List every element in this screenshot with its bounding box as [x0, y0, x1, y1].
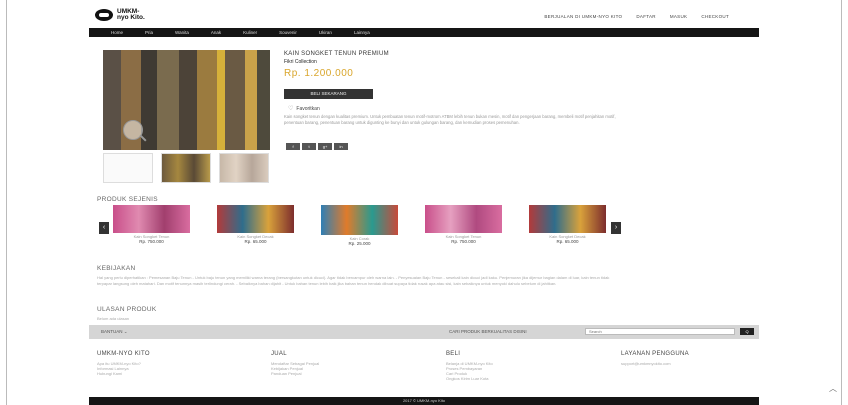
- footer-col-buy: BELI Belanja di UMKM-nyo Kito Proses Pem…: [446, 351, 493, 381]
- brand-name: UMKM-nyo Kito.: [117, 8, 145, 21]
- chevron-down-icon: ⌄: [123, 329, 128, 334]
- search-input[interactable]: [585, 328, 735, 335]
- footer-col-about: UMKM-NYO KITO Apa itu UMKM-nyo Kito? Inf…: [97, 351, 150, 376]
- browser-frame: UMKM-nyo Kito. BERJUALAN DI UMKM-NYO KIT…: [6, 0, 842, 405]
- product-description: Kain songket tenun dengan kualitas premi…: [284, 114, 616, 125]
- nav-item-anak[interactable]: Anak: [211, 30, 221, 35]
- thumbnail-1[interactable]: [103, 153, 153, 183]
- back-to-top-icon[interactable]: ︿: [829, 383, 837, 394]
- reviews-empty: Belum ada ulasan: [97, 316, 130, 321]
- linkedin-icon[interactable]: in: [334, 143, 348, 150]
- thumbnail-3[interactable]: [219, 153, 269, 183]
- facebook-icon[interactable]: f: [286, 143, 300, 150]
- policy-text: Hal yang perlu diperhatikan : Pemesanan …: [97, 275, 610, 286]
- search-icon[interactable]: Q: [740, 328, 754, 335]
- thumbnail-strip: [103, 153, 269, 183]
- google-plus-icon[interactable]: g+: [318, 143, 332, 150]
- twitter-icon[interactable]: t: [302, 143, 316, 150]
- nav-item-kuliner[interactable]: Kuliner: [243, 30, 257, 35]
- product-price: Rp. 1.200.000: [284, 68, 354, 79]
- help-search-bar: BANTUAN ⌄ CARI PRODUK BERKUALITAS DISINI…: [89, 325, 759, 339]
- reviews-title: ULASAN PRODUK: [97, 306, 157, 313]
- link-sell[interactable]: BERJUALAN DI UMKM-NYO KITO: [544, 14, 622, 19]
- shop-name[interactable]: Fikri Collection: [284, 59, 317, 65]
- brand-logo[interactable]: UMKM-nyo Kito.: [95, 8, 147, 21]
- product-main-image[interactable]: [103, 50, 270, 150]
- nav-item-home[interactable]: Home: [111, 30, 123, 35]
- carousel-next-icon[interactable]: ›: [611, 222, 621, 234]
- product-card[interactable]: Kain Songket Decak Rp. 65.000: [529, 205, 606, 244]
- link-checkout[interactable]: CHECKOUT: [701, 14, 729, 19]
- main-nav: Home Pria Wanita Anak Kuliner Souvenir U…: [89, 28, 759, 37]
- carousel-prev-icon[interactable]: ‹: [99, 222, 109, 234]
- product-card[interactable]: Kain Songket Tenun Rp. 750.000: [113, 205, 190, 244]
- nav-item-lainnya[interactable]: Lainnya: [354, 30, 370, 35]
- search-label: CARI PRODUK BERKUALITAS DISINI: [449, 329, 527, 334]
- nav-item-ukiran[interactable]: Ukiran: [319, 30, 332, 35]
- zoom-icon[interactable]: [123, 120, 143, 140]
- share-buttons: f t g+ in: [286, 143, 348, 150]
- logo-icon: [95, 9, 113, 21]
- nav-item-souvenir[interactable]: Souvenir: [279, 30, 297, 35]
- top-links: BERJUALAN DI UMKM-NYO KITO DAFTAR MASUK …: [544, 14, 729, 19]
- product-card[interactable]: Kain Songket Tenun Rp. 750.000: [425, 205, 502, 244]
- policy-title: KEBIJAKAN: [97, 265, 136, 272]
- footer-col-service: LAYANAN PENGGUNA support@umkmnyokito.com: [621, 351, 689, 366]
- product-title: KAIN SONGKET TENUN PREMIUM: [284, 51, 389, 57]
- nav-item-wanita[interactable]: Wanita: [175, 30, 189, 35]
- product-card[interactable]: Kain Corak Rp. 25.000: [321, 205, 398, 246]
- copyright-bar: 2017 © UMKM-nyo Kito: [89, 397, 759, 405]
- header: UMKM-nyo Kito. BERJUALAN DI UMKM-NYO KIT…: [7, 0, 841, 28]
- thumbnail-2[interactable]: [161, 153, 211, 183]
- link-register[interactable]: DAFTAR: [636, 14, 655, 19]
- nav-item-pria[interactable]: Pria: [145, 30, 153, 35]
- similar-products-title: PRODUK SEJENIS: [97, 196, 158, 203]
- favorite-button[interactable]: ♡ Favoritkan: [288, 105, 320, 113]
- product-card[interactable]: Kain Songket Decak Rp. 65.000: [217, 205, 294, 244]
- link-login[interactable]: MASUK: [670, 14, 688, 19]
- heart-icon: ♡: [288, 106, 294, 112]
- footer-col-sell: JUAL Mendaftar Sebagai Penjual Kebijakan…: [271, 351, 320, 376]
- help-dropdown[interactable]: BANTUAN ⌄: [101, 329, 128, 335]
- buy-now-button[interactable]: BELI SEKARANG: [284, 89, 373, 99]
- similar-products-carousel: ‹ Kain Songket Tenun Rp. 750.000 Kain So…: [99, 205, 623, 265]
- favorite-label: Favoritkan: [296, 105, 320, 112]
